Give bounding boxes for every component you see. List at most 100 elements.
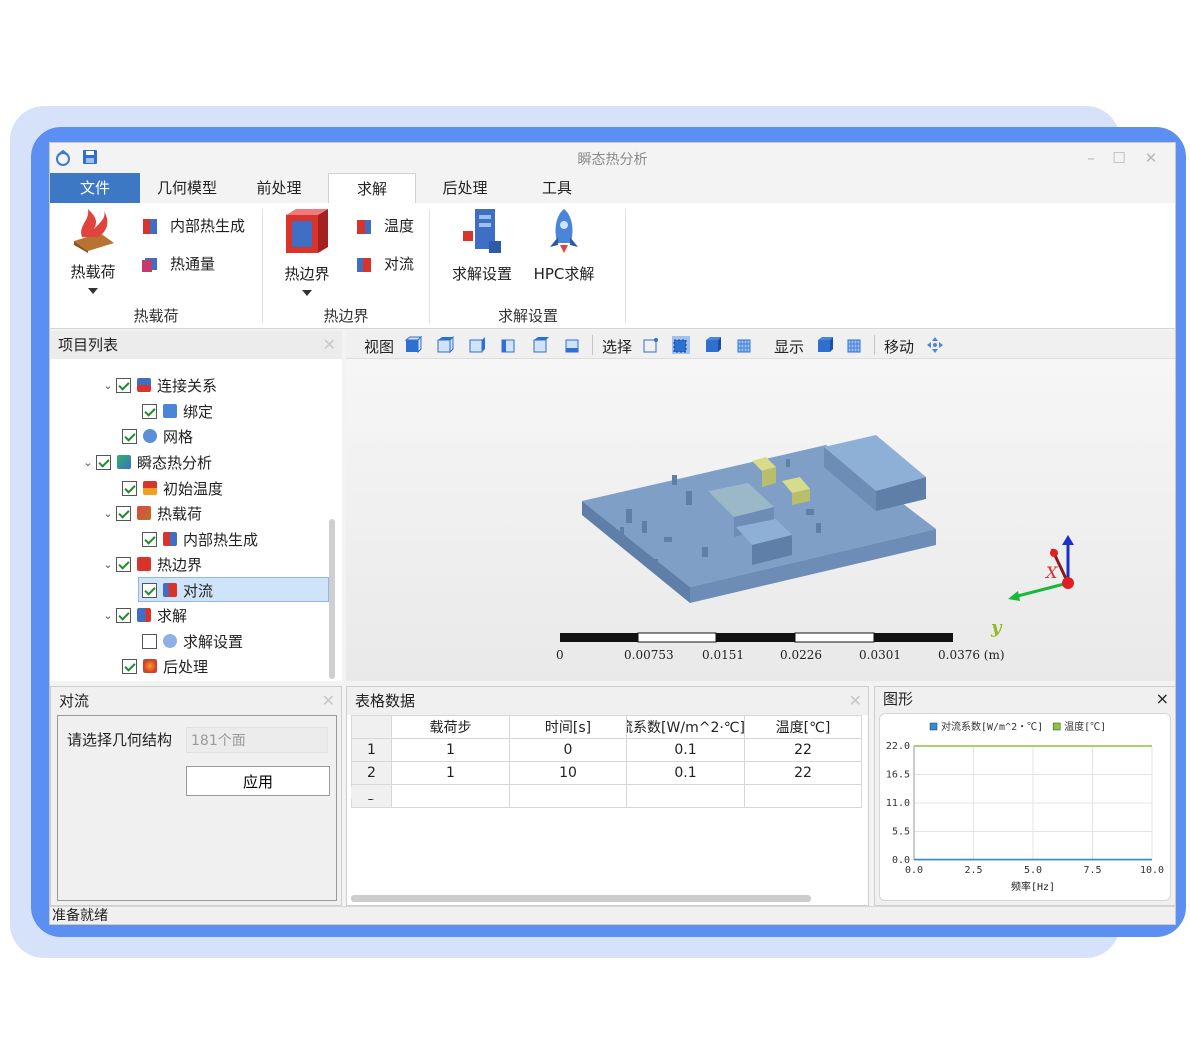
tree-node-transient-analysis[interactable]: ⌄ 瞬态热分析 — [80, 450, 212, 474]
tab-file[interactable]: 文件 — [50, 173, 140, 203]
cell-step[interactable] — [391, 784, 510, 808]
solve-settings-icon — [463, 209, 501, 253]
tree-checkbox[interactable] — [122, 658, 137, 674]
view-left-icon[interactable] — [468, 336, 486, 354]
tree-label: 对流 — [183, 581, 214, 600]
table-scrollbar[interactable] — [351, 895, 811, 902]
tree-checkbox[interactable] — [96, 454, 111, 470]
tree-node-heat-load[interactable]: ⌄ 热载荷 — [100, 501, 202, 525]
temperature-button[interactable]: 温度 — [354, 215, 414, 236]
tree-checkbox[interactable] — [116, 505, 131, 521]
tree-label: 求解设置 — [183, 632, 244, 651]
tree-checkbox[interactable] — [142, 403, 157, 419]
chevron-down-icon[interactable]: ⌄ — [80, 456, 96, 469]
tree-node-solve[interactable]: ⌄ 求解 — [100, 603, 187, 627]
chevron-down-icon[interactable]: ⌄ — [100, 507, 116, 520]
select-body-icon[interactable] — [736, 336, 754, 354]
cell-coefficient[interactable]: 0.1 — [626, 761, 745, 785]
chevron-down-icon[interactable]: ⌄ — [100, 558, 116, 571]
view-top-icon[interactable] — [436, 336, 454, 354]
heat-load-icon — [74, 209, 114, 253]
tab-tools[interactable]: 工具 — [512, 173, 602, 203]
hpc-solve-button[interactable]: HPC求解 — [532, 207, 596, 284]
cell-temperature[interactable]: 22 — [744, 761, 862, 785]
tree-checkbox[interactable] — [142, 582, 157, 598]
display-mesh-icon[interactable] — [846, 336, 864, 354]
tree-node-solve-settings[interactable]: 求解设置 — [142, 629, 243, 653]
tree-checkbox[interactable] — [122, 428, 137, 444]
view-bottom-icon[interactable] — [532, 336, 550, 354]
column-header-step[interactable]: 载荷步 — [391, 715, 510, 739]
heat-load-button[interactable]: 热载荷 — [64, 207, 122, 294]
table-row[interactable]: 1 1 0 0.1 22 — [351, 738, 862, 762]
display-solid-icon[interactable] — [816, 336, 834, 354]
tree-checkbox[interactable] — [142, 531, 157, 547]
column-header-temperature[interactable]: 温度[℃] — [744, 715, 862, 739]
cell-temperature[interactable] — [744, 784, 862, 808]
cell-time[interactable] — [509, 784, 627, 808]
tree-checkbox[interactable] — [116, 377, 131, 393]
close-icon[interactable]: ✕ — [1140, 147, 1162, 169]
cell-temperature[interactable]: 22 — [744, 738, 862, 762]
solve-settings-button[interactable]: 求解设置 — [446, 207, 518, 284]
solve-group-label: 求解设置 — [497, 307, 558, 325]
thermal-bc-dropdown-icon[interactable] — [302, 290, 312, 296]
tree-node-initial-temperature[interactable]: 初始温度 — [122, 476, 223, 500]
chevron-down-icon[interactable]: ⌄ — [100, 379, 116, 392]
close-icon[interactable]: ✕ — [323, 331, 336, 359]
convection-button[interactable]: 对流 — [354, 253, 414, 274]
geometry-selection-field[interactable] — [186, 727, 328, 753]
tree-checkbox[interactable] — [116, 556, 131, 572]
cell-step[interactable]: 1 — [391, 761, 510, 785]
tree-node-convection[interactable]: 对流 — [142, 578, 213, 602]
minimize-icon[interactable]: – — [1080, 147, 1102, 169]
view-front-icon[interactable] — [404, 336, 422, 354]
y-tick-label: 11.0 — [886, 798, 910, 809]
apply-button[interactable]: 应用 — [186, 766, 330, 796]
close-icon[interactable]: ✕ — [322, 687, 335, 715]
tree-node-mesh[interactable]: 网格 — [122, 424, 193, 448]
legend-label: 温度[℃] — [1064, 720, 1106, 733]
tree-node-postprocess[interactable]: 后处理 — [122, 654, 208, 678]
tree-checkbox[interactable] — [116, 607, 131, 623]
internal-heat-button[interactable]: 内部热生成 — [140, 215, 245, 236]
cell-step[interactable]: 1 — [391, 738, 510, 762]
cell-coefficient[interactable]: 0.1 — [626, 738, 745, 762]
tab-geometry[interactable]: 几何模型 — [142, 173, 232, 203]
heat-load-group-label: 热载荷 — [133, 307, 179, 325]
tab-preprocess[interactable]: 前处理 — [234, 173, 324, 203]
cell-time[interactable]: 0 — [509, 738, 627, 762]
chevron-down-icon[interactable]: ⌄ — [100, 609, 116, 622]
close-icon[interactable]: ✕ — [849, 687, 862, 715]
tree-node-internal-heat[interactable]: 内部热生成 — [142, 527, 258, 551]
tree-scrollbar[interactable] — [329, 519, 335, 679]
view-right-icon[interactable] — [500, 336, 518, 354]
tree-node-thermal-bc[interactable]: ⌄ 热边界 — [100, 552, 202, 576]
tab-solve[interactable]: 求解 — [328, 173, 416, 204]
heat-flux-button[interactable]: 热通量 — [140, 253, 215, 274]
heat-load-dropdown-icon[interactable] — [88, 288, 98, 294]
select-point-icon[interactable] — [642, 336, 660, 354]
column-header-coefficient[interactable]: 对流系数[W/m^2·℃] — [626, 715, 745, 739]
pcb-model[interactable] — [346, 359, 1176, 681]
cell-time[interactable]: 10 — [509, 761, 627, 785]
tree-checkbox[interactable] — [142, 633, 157, 649]
table-row[interactable]: 3 — [351, 784, 862, 808]
table-row[interactable]: 2 1 10 0.1 22 — [351, 761, 862, 785]
tree-checkbox[interactable] — [122, 480, 137, 496]
column-header-time[interactable]: 时间[s] — [509, 715, 627, 739]
move-arrows-icon[interactable] — [926, 336, 944, 354]
select-face-icon[interactable] — [704, 336, 722, 354]
ribbon-separator — [625, 209, 626, 323]
tree-node-bond[interactable]: 绑定 — [142, 399, 213, 423]
tab-postprocess[interactable]: 后处理 — [420, 173, 510, 203]
close-icon[interactable]: × — [1156, 687, 1169, 711]
view-back-icon[interactable] — [564, 336, 582, 354]
select-edge-icon[interactable] — [672, 336, 690, 354]
cell-coefficient[interactable] — [626, 784, 745, 808]
initial-temperature-icon — [143, 481, 157, 495]
maximize-icon[interactable]: ☐ — [1108, 147, 1130, 169]
thermal-bc-button[interactable]: 热边界 — [276, 207, 338, 296]
model-viewport[interactable] — [346, 359, 1176, 681]
tree-node-connections[interactable]: ⌄ 连接关系 — [100, 373, 217, 397]
